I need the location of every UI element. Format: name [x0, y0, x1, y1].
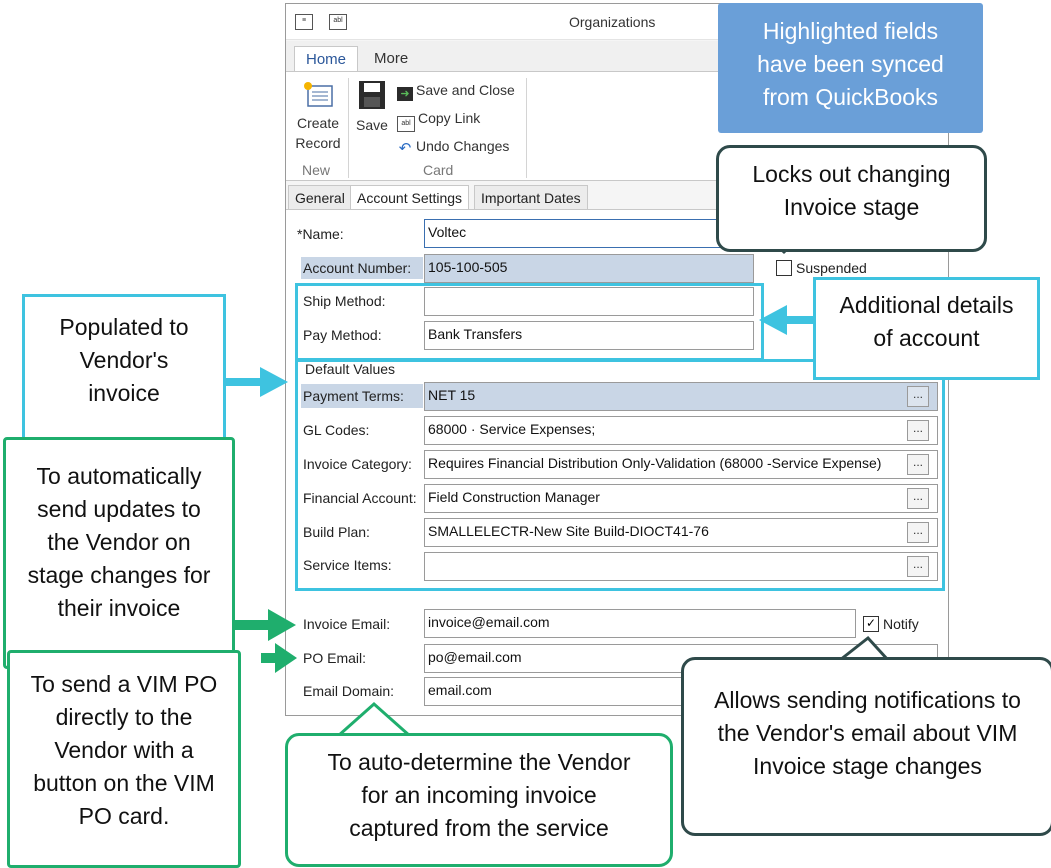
additional-details-callout: Additional details of account [813, 277, 1040, 380]
callout-line: for an incoming invoice [361, 782, 597, 808]
locks-callout: Locks out changing Invoice stage [716, 145, 987, 252]
callout-line: their invoice [57, 595, 181, 621]
callout-line: Allows sending notifications to [714, 687, 1021, 713]
pointer-auto-determine [334, 701, 414, 738]
callout-line: Locks out changing [752, 161, 951, 187]
synced-info-callout: Highlighted fields have been synced from… [718, 3, 983, 133]
callout-line: the Vendor's email about VIM [717, 720, 1018, 746]
callout-line: To auto-determine the Vendor [327, 749, 631, 775]
callout-line: stage changes for [27, 562, 211, 588]
callout-line: send updates to [37, 496, 201, 522]
callout-line: invoice [88, 380, 160, 406]
callout-line: To automatically [36, 463, 202, 489]
callout-line: the Vendor on [47, 529, 191, 555]
callout-line: have been synced [757, 51, 944, 77]
callout-line: PO card. [78, 803, 170, 829]
callout-line: Populated to [59, 314, 189, 340]
arrow-populated [220, 367, 288, 397]
populated-callout: Populated to Vendor's invoice [22, 294, 226, 446]
callout-line: Highlighted fields [762, 18, 939, 44]
vim-po-callout: To send a VIM PO directly to the Vendor … [7, 650, 241, 868]
callout-line: directly to the [55, 704, 193, 730]
callout-line: Invoice stage [783, 194, 920, 220]
notifications-callout: Allows sending notifications to the Vend… [681, 657, 1051, 836]
callout-line: from QuickBooks [762, 84, 939, 110]
callout-line: button on the VIM [33, 770, 215, 796]
callout-line: Invoice stage changes [753, 753, 982, 779]
callout-line: Additional details [839, 292, 1014, 318]
auto-determine-callout: To auto-determine the Vendor for an inco… [285, 733, 673, 867]
callout-line: Vendor's [79, 347, 169, 373]
auto-send-callout: To automatically send updates to the Ven… [3, 437, 235, 669]
callout-line: To send a VIM PO [30, 671, 218, 697]
callout-line: of account [873, 325, 980, 351]
arrow-auto-send [229, 609, 296, 641]
callout-line: Vendor with a [54, 737, 194, 763]
callout-line: captured from the service [349, 815, 609, 841]
arrow-additional [759, 305, 813, 335]
arrow-vim-po [261, 643, 297, 673]
